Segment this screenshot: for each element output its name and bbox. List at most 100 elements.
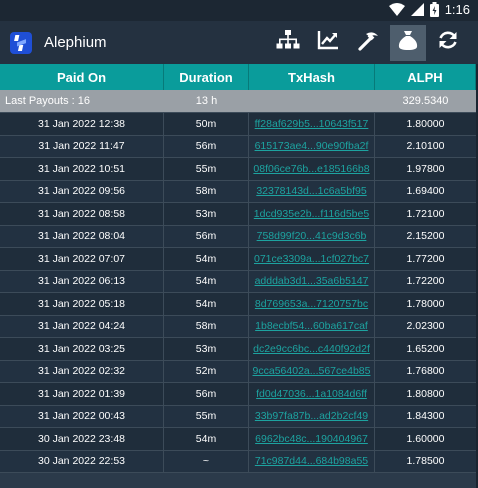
alph-cell: 1.80000 — [406, 117, 445, 130]
txhash-link[interactable]: 32378143d...1c6a5bf95 — [256, 185, 366, 197]
txhash-cell: 8d769653a...7120757bc — [249, 293, 375, 315]
alph-cell: 1.84300 — [406, 410, 445, 423]
app-bar: Alephium — [0, 21, 478, 64]
txhash-link[interactable]: adddab3d1...35a6b5147 — [255, 275, 369, 287]
paid-on-cell: 31 Jan 2022 08:04 — [0, 225, 164, 247]
txhash-cell: 071ce3309a...1cf027bc7 — [249, 248, 375, 270]
table-row: 31 Jan 2022 01:39 56m fd0d47036...1a1084d6… — [0, 382, 476, 405]
duration-cell: 54m — [164, 270, 249, 292]
txhash-cell: 33b97fa87b...ad2b2cf49 — [249, 405, 375, 427]
header-alph[interactable]: ALPH — [375, 64, 476, 90]
table-row: 31 Jan 2022 12:38 50m ff28af629b5...10643f… — [0, 112, 476, 135]
alph-cell: 1.76800 — [406, 365, 445, 378]
header-paid-on[interactable]: Paid On — [0, 64, 164, 90]
duration-cell: ~ — [164, 450, 249, 472]
txhash-link[interactable]: ff28af629b5...10643f517 — [255, 118, 369, 130]
txhash-cell: ff28af629b5...10643f517 — [249, 113, 375, 135]
txhash-link[interactable]: 08f06ce76b...e185166b8 — [253, 163, 369, 175]
paid-on-cell: 31 Jan 2022 02:32 — [0, 360, 164, 382]
paid-on-cell: 31 Jan 2022 06:13 — [0, 270, 164, 292]
duration-cell: 54m — [164, 428, 249, 450]
app-title: Alephium — [44, 34, 107, 51]
duration-cell: 55m — [164, 158, 249, 180]
paid-on-cell: 31 Jan 2022 08:58 — [0, 203, 164, 225]
duration-cell: 54m — [164, 248, 249, 270]
refresh-button[interactable] — [428, 21, 468, 64]
duration-cell: 56m — [164, 383, 249, 405]
txhash-cell: 32378143d...1c6a5bf95 — [249, 180, 375, 202]
alph-cell: 1.78000 — [406, 297, 445, 310]
alph-cell: 1.78500 — [406, 455, 445, 468]
wifi-icon — [388, 3, 405, 16]
network-button[interactable] — [268, 21, 308, 64]
paid-on-cell: 30 Jan 2022 22:53 — [0, 450, 164, 472]
txhash-cell: 9cca56402a...567ce4b85 — [249, 360, 375, 382]
alph-cell: 2.15200 — [406, 230, 445, 243]
header-duration[interactable]: Duration — [164, 64, 249, 90]
alph-cell: 1.72200 — [406, 275, 445, 288]
txhash-link[interactable]: 8d769653a...7120757bc — [255, 298, 368, 310]
paid-on-cell: 31 Jan 2022 03:25 — [0, 338, 164, 360]
duration-cell: 52m — [164, 360, 249, 382]
table-row: 31 Jan 2022 02:32 52m 9cca56402a...567ce4b… — [0, 359, 476, 382]
duration-cell: 53m — [164, 203, 249, 225]
table-row: 31 Jan 2022 08:04 56m 758d99f20...41c9d3c6… — [0, 224, 476, 247]
header-txhash[interactable]: TxHash — [249, 64, 375, 90]
network-icon — [276, 29, 300, 56]
alph-cell: 2.02300 — [406, 320, 445, 333]
mining-button[interactable] — [348, 21, 388, 64]
duration-cell: 55m — [164, 405, 249, 427]
status-bar: 1:16 — [0, 0, 478, 21]
txhash-link[interactable]: dc2e9cc6bc...c440f92d2f — [253, 343, 370, 355]
alph-cell: 1.97800 — [406, 162, 445, 175]
paid-on-cell: 31 Jan 2022 01:39 — [0, 383, 164, 405]
table-row: 31 Jan 2022 10:51 55m 08f06ce76b...e185166… — [0, 157, 476, 180]
paid-on-cell: 31 Jan 2022 04:24 — [0, 315, 164, 337]
chart-icon — [317, 30, 339, 55]
battery-icon — [429, 2, 439, 17]
txhash-link[interactable]: 71c987d44...684b98a55 — [255, 455, 368, 467]
txhash-cell: 1dcd935e2b...f116d5be5 — [249, 203, 375, 225]
money-bag-icon — [397, 29, 419, 56]
txhash-cell: fd0d47036...1a1084d6ff — [249, 383, 375, 405]
txhash-cell: adddab3d1...35a6b5147 — [249, 270, 375, 292]
refresh-icon — [437, 29, 459, 56]
alph-cell: 1.60000 — [406, 432, 445, 445]
duration-cell: 56m — [164, 135, 249, 157]
table-row: 31 Jan 2022 07:07 54m 071ce3309a...1cf027b… — [0, 247, 476, 270]
txhash-link[interactable]: 6962bc48c...190404967 — [255, 433, 368, 445]
chart-button[interactable] — [308, 21, 348, 64]
txhash-cell: 71c987d44...684b98a55 — [249, 450, 375, 472]
payouts-table: Paid On Duration TxHash ALPH Last Payout… — [0, 64, 476, 473]
txhash-link[interactable]: 9cca56402a...567ce4b85 — [253, 365, 371, 377]
paid-on-cell: 31 Jan 2022 09:56 — [0, 180, 164, 202]
txhash-link[interactable]: 615173ae4...90e90fba2f — [255, 140, 369, 152]
txhash-cell: dc2e9cc6bc...c440f92d2f — [249, 338, 375, 360]
summary-row: Last Payouts : 16 13 h 329.5340 — [0, 90, 476, 112]
txhash-link[interactable]: 1b8ecbf54...60ba617caf — [255, 320, 368, 332]
table-row: 30 Jan 2022 22:53 ~71c987d44...684b98a55 1… — [0, 449, 476, 472]
table-row: 31 Jan 2022 03:25 53m dc2e9cc6bc...c440f92… — [0, 337, 476, 360]
txhash-link[interactable]: 1dcd935e2b...f116d5be5 — [254, 208, 369, 220]
table-row: 31 Jan 2022 11:47 56m 615173ae4...90e90fba… — [0, 134, 476, 157]
signal-icon — [410, 3, 424, 16]
table-row: 31 Jan 2022 04:24 58m 1b8ecbf54...60ba617c… — [0, 314, 476, 337]
alph-cell: 1.72100 — [406, 207, 445, 220]
txhash-cell: 08f06ce76b...e185166b8 — [249, 158, 375, 180]
paid-on-cell: 31 Jan 2022 11:47 — [0, 135, 164, 157]
txhash-link[interactable]: fd0d47036...1a1084d6ff — [256, 388, 367, 400]
duration-cell: 50m — [164, 113, 249, 135]
paid-on-cell: 31 Jan 2022 12:38 — [0, 113, 164, 135]
txhash-cell: 758d99f20...41c9d3c6b — [249, 225, 375, 247]
txhash-link[interactable]: 071ce3309a...1cf027bc7 — [254, 253, 369, 265]
table-row: 31 Jan 2022 00:43 55m 33b97fa87b...ad2b2cf… — [0, 404, 476, 427]
table-row: 31 Jan 2022 06:13 54m adddab3d1...35a6b514… — [0, 269, 476, 292]
payouts-button[interactable] — [390, 24, 426, 61]
paid-on-cell: 30 Jan 2022 23:48 — [0, 428, 164, 450]
table-body: 31 Jan 2022 12:38 50m ff28af629b5...10643f… — [0, 112, 476, 473]
alephium-logo-icon — [10, 31, 32, 54]
table-row: 31 Jan 2022 08:58 53m 1dcd935e2b...f116d5b… — [0, 202, 476, 225]
clock: 1:16 — [444, 2, 470, 17]
txhash-link[interactable]: 33b97fa87b...ad2b2cf49 — [255, 410, 368, 422]
txhash-link[interactable]: 758d99f20...41c9d3c6b — [257, 230, 367, 242]
